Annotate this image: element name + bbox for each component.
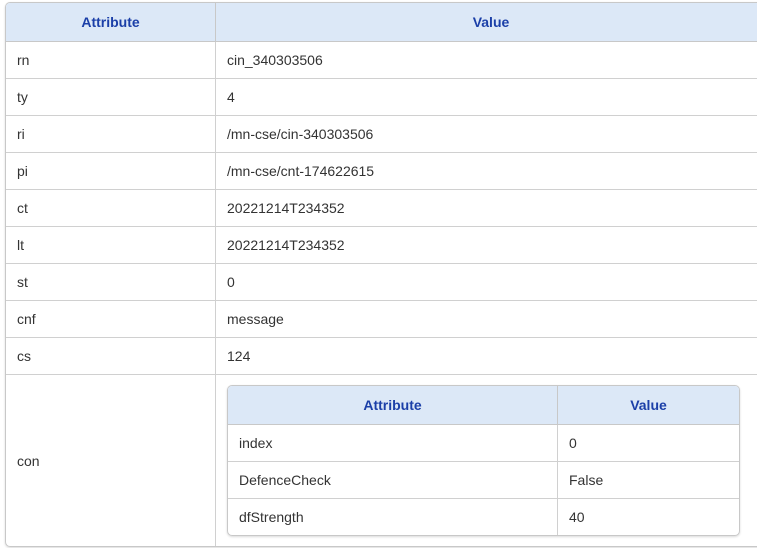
table-row: lt 20221214T234352 xyxy=(6,226,757,264)
attr-cell: DefenceCheck xyxy=(228,461,558,499)
value-cell: 20221214T234352 xyxy=(215,226,757,264)
attr-cell: con xyxy=(6,374,216,546)
nested-table-row: index 0 xyxy=(228,424,739,462)
table-row: cnf message xyxy=(6,300,757,338)
header-value: Value xyxy=(215,3,757,42)
attr-cell: index xyxy=(228,424,558,462)
resource-attribute-table: Attribute Value rn cin_340303506 ty 4 ri/m… xyxy=(5,2,757,547)
value-cell: Attribute Value index 0 DefenceCheck False… xyxy=(215,374,757,546)
value-cell: 4 xyxy=(215,78,757,116)
table-row: cs 124 xyxy=(6,337,757,375)
attr-cell: dfStrength xyxy=(228,498,558,535)
table-row: rn cin_340303506 xyxy=(6,41,757,79)
value-cell: cin_340303506 xyxy=(227,52,323,68)
header-attribute: Attribute xyxy=(6,3,216,42)
value-cell: 0 xyxy=(569,435,577,451)
table-row: ct 20221214T234352 xyxy=(6,189,757,227)
table-row-con: con Attribute Value index 0 DefenceCheck F… xyxy=(6,374,757,546)
nested-table-row: dfStrength 40 xyxy=(228,498,739,535)
nested-table-row: DefenceCheck False xyxy=(228,461,739,499)
value-cell: 40 xyxy=(557,498,739,535)
value-cell: /mn-cse/cnt-174622615 xyxy=(215,152,757,190)
table-row: ty 4 xyxy=(6,78,757,116)
attr-cell: ct xyxy=(6,189,216,227)
nested-header-value: Value xyxy=(557,386,739,425)
attr-cell: lt xyxy=(6,226,216,264)
value-cell: 0 xyxy=(215,263,757,301)
con-nested-table: Attribute Value index 0 DefenceCheck False… xyxy=(227,385,740,536)
attr-cell: pi xyxy=(6,152,216,190)
attr-cell: ty xyxy=(6,78,216,116)
value-cell: message xyxy=(215,300,757,338)
table-row: ri/mn-cse/cin-340303506 xyxy=(6,115,757,153)
value-cell: 20221214T234352 xyxy=(215,189,757,227)
attr-cell: cs xyxy=(6,337,216,375)
value-cell: False xyxy=(557,461,739,499)
attr-cell: st xyxy=(6,263,216,301)
attr-cell: ri xyxy=(6,115,216,153)
nested-header-attribute: Attribute xyxy=(228,386,558,425)
attr-cell: rn xyxy=(6,41,216,79)
table-row: pi/mn-cse/cnt-174622615 xyxy=(6,152,757,190)
attr-cell: cnf xyxy=(6,300,216,338)
table-row: st 0 xyxy=(6,263,757,301)
value-cell: /mn-cse/cin-340303506 xyxy=(215,115,757,153)
value-cell: 124 xyxy=(215,337,757,375)
